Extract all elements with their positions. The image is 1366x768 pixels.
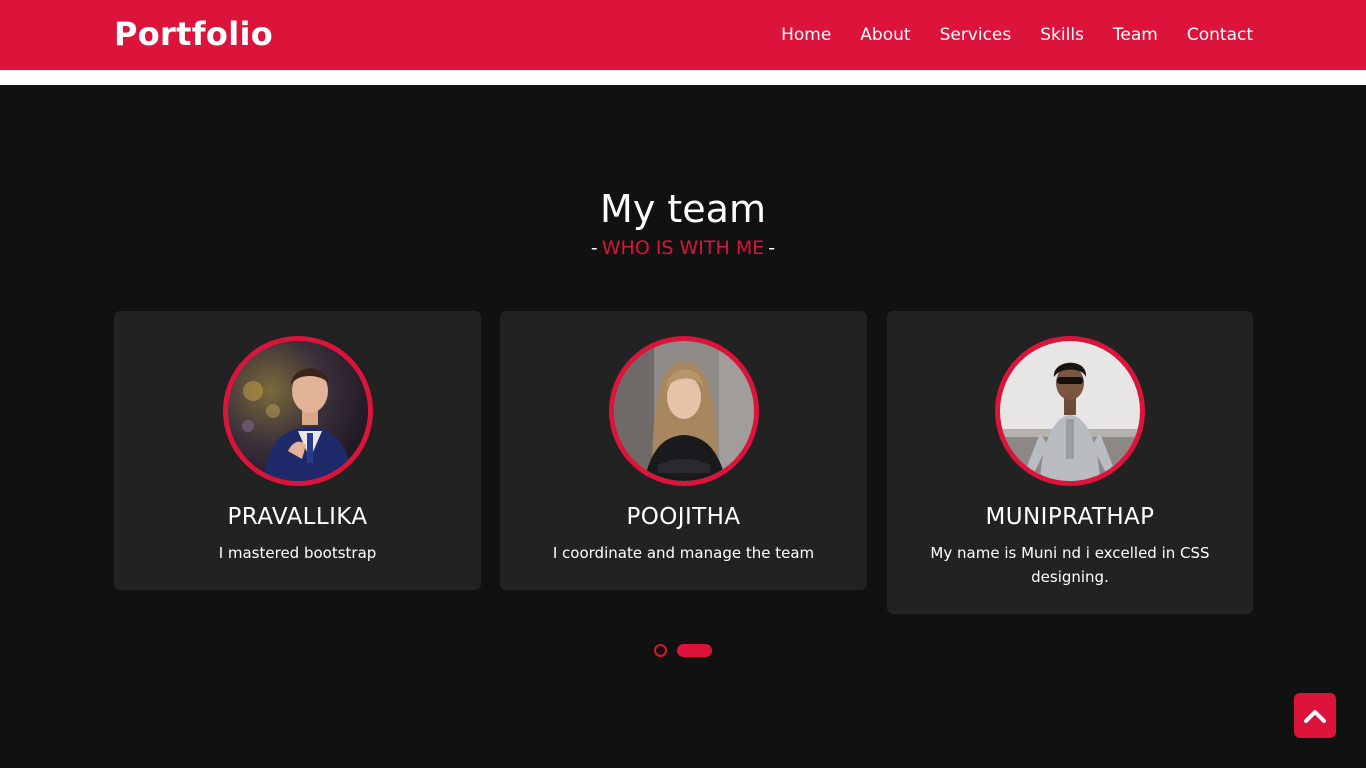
nav-menu: Home About Services Skills Team Contact	[781, 22, 1253, 48]
member-photo	[1000, 341, 1140, 481]
member-photo	[613, 341, 754, 481]
nav-link-skills[interactable]: Skills	[1040, 22, 1084, 48]
team-card: PRAVALLIKA I mastered bootstrap	[114, 311, 481, 590]
subtitle-dash-right: -	[768, 237, 776, 259]
team-card: MUNIPRATHAP My name is Muni nd i excelle…	[887, 311, 1253, 614]
carousel-dot[interactable]	[654, 644, 667, 657]
header-divider	[0, 70, 1366, 85]
carousel-dot-active[interactable]	[677, 644, 712, 657]
nav-link-about[interactable]: About	[860, 22, 910, 48]
subtitle-text: WHO IS WITH ME	[601, 237, 765, 259]
team-card: POOJITHA I coordinate and manage the tea…	[500, 311, 867, 590]
navbar: Portfolio Home About Services Skills Tea…	[0, 0, 1366, 70]
section-title: My team	[600, 187, 766, 231]
carousel-pagination	[654, 644, 712, 657]
section-subtitle: - WHO IS WITH ME -	[0, 236, 1366, 260]
nav-link-contact[interactable]: Contact	[1187, 22, 1253, 48]
chevron-up-icon	[1304, 709, 1326, 723]
member-bio: I coordinate and manage the team	[552, 544, 815, 562]
member-name: PRAVALLIKA	[227, 504, 368, 530]
member-bio: I mastered bootstrap	[218, 544, 377, 562]
avatar	[995, 336, 1145, 486]
member-bio: My name is Muni nd i excelled in CSS des…	[930, 544, 1210, 586]
nav-link-services[interactable]: Services	[940, 22, 1012, 48]
member-photo	[227, 341, 368, 481]
avatar	[222, 336, 373, 486]
scroll-to-top-button[interactable]	[1294, 693, 1336, 738]
site-logo[interactable]: Portfolio	[114, 14, 273, 54]
nav-link-team[interactable]: Team	[1113, 22, 1158, 48]
member-name: MUNIPRATHAP	[985, 504, 1155, 530]
avatar	[608, 336, 759, 486]
member-name: POOJITHA	[626, 504, 741, 530]
nav-link-home[interactable]: Home	[781, 22, 831, 48]
subtitle-dash-left: -	[590, 237, 598, 259]
